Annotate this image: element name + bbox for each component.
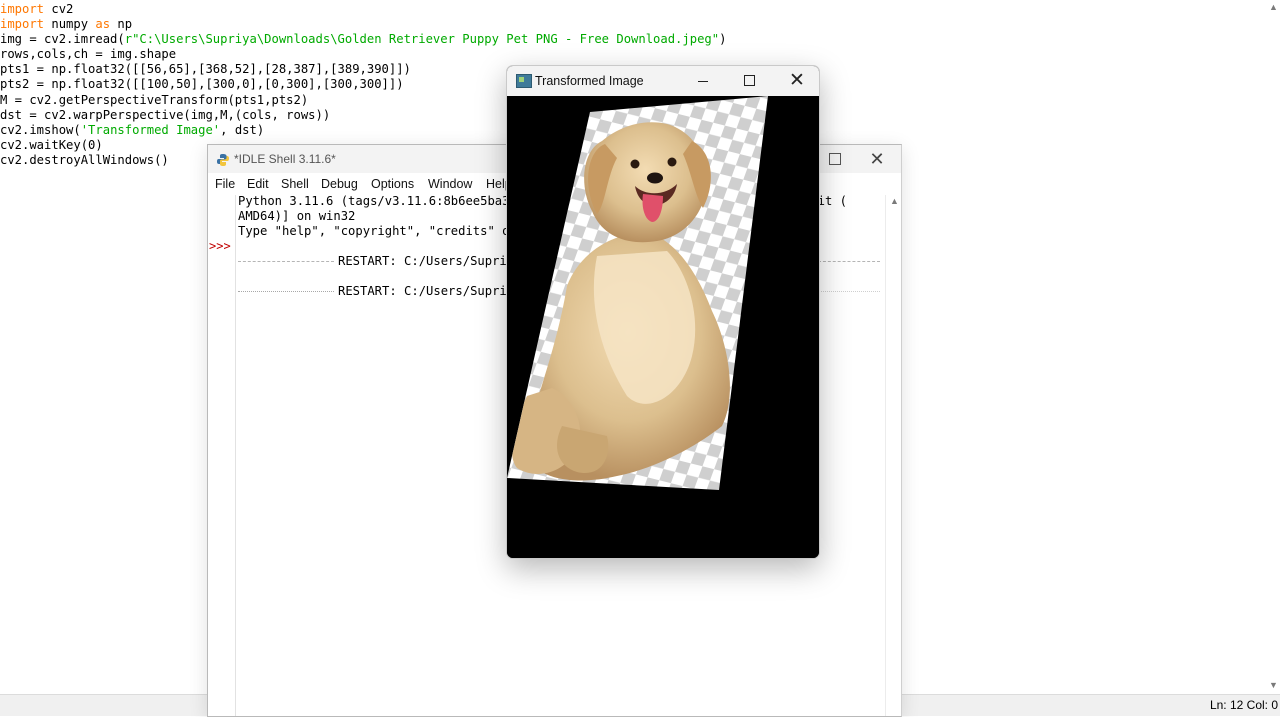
code-token: pts1 = np.float32([[56,65],[368,52],[28,…	[0, 62, 411, 77]
transformed-image-window[interactable]: Transformed Image ✕	[506, 65, 820, 559]
scroll-up-icon[interactable]: ▲	[890, 196, 899, 206]
scroll-down-icon[interactable]: ▼	[1269, 680, 1278, 690]
code-line[interactable]: rows,cols,ch = img.shape	[0, 47, 726, 62]
code-token: )	[719, 32, 727, 47]
string-token: r"C:\Users\Supriya\Downloads\Golden Retr…	[124, 32, 720, 47]
code-token: rows,cols,ch = img.shape	[0, 47, 177, 62]
image-window-titlebar[interactable]: Transformed Image ✕	[507, 66, 819, 96]
menu-window[interactable]: Window	[428, 177, 472, 191]
keyword-token: import	[0, 2, 45, 16]
code-token: np	[110, 17, 133, 32]
minimize-icon[interactable]	[693, 71, 713, 91]
menu-shell[interactable]: Shell	[281, 177, 309, 191]
close-icon[interactable]: ✕	[787, 71, 807, 91]
code-token: cv2.destroyAllWindows()	[0, 152, 169, 167]
restart-rule-tail	[818, 291, 880, 292]
python-icon	[217, 154, 229, 166]
code-token: cv2.waitKey(0)	[0, 137, 103, 152]
menu-debug[interactable]: Debug	[321, 177, 358, 191]
keyword-token: import	[0, 17, 45, 32]
code-token: pts2 = np.float32([[100,50],[300,0],[0,3…	[0, 77, 404, 92]
shell-title: *IDLE Shell 3.11.6*	[234, 152, 336, 166]
code-token: numpy	[44, 17, 96, 32]
code-token: cv2	[44, 2, 74, 16]
close-icon[interactable]: ✕	[867, 149, 887, 169]
menu-options[interactable]: Options	[371, 177, 414, 191]
puppy	[511, 122, 730, 481]
shell-prompt-gutter: >>>	[208, 195, 236, 716]
shell-prompt: >>>	[209, 239, 231, 253]
code-token: , dst)	[220, 122, 265, 137]
image-app-icon	[516, 74, 532, 88]
code-line[interactable]: img = cv2.imread(r"C:\Users\Supriya\Down…	[0, 32, 726, 47]
code-token: img = cv2.imread(	[0, 32, 125, 47]
menu-edit[interactable]: Edit	[247, 177, 269, 191]
code-token: cv2.imshow(	[0, 122, 81, 137]
code-token: M = cv2.getPerspectiveTransform(pts1,pts…	[0, 92, 309, 107]
editor-vertical-scrollbar[interactable]: ▲ ▼	[1266, 0, 1280, 694]
shell-vertical-scrollbar[interactable]: ▲	[885, 195, 901, 716]
keyword-token: as	[95, 17, 111, 32]
maximize-icon[interactable]	[829, 153, 841, 165]
menu-file[interactable]: File	[215, 177, 235, 191]
maximize-icon[interactable]	[739, 71, 759, 91]
warped-puppy-image	[507, 96, 768, 490]
restart-rule-tail	[818, 261, 880, 262]
image-window-title: Transformed Image	[535, 74, 644, 88]
string-token: 'Transformed Image'	[80, 122, 221, 137]
image-canvas[interactable]	[507, 96, 819, 558]
code-line[interactable]: import numpy as np	[0, 17, 726, 32]
code-line[interactable]: import cv2	[0, 2, 726, 17]
scroll-up-icon[interactable]: ▲	[1269, 2, 1278, 12]
shell-output-line: AMD64)] on win32	[238, 209, 356, 224]
code-token: dst = cv2.warpPerspective(img,M,(cols, r…	[0, 107, 331, 122]
cursor-position: Ln: 12 Col: 0	[1209, 698, 1278, 712]
